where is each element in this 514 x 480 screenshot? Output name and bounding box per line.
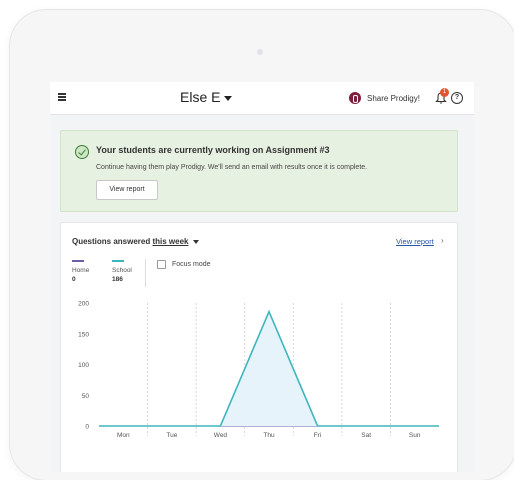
banner-message: Continue having them play Prodigy. We'll… — [96, 164, 368, 171]
x-tick-label: Mon — [117, 432, 130, 439]
y-tick-label: 100 — [78, 362, 89, 369]
banner-title: Your students are currently working on A… — [96, 145, 330, 155]
x-tick-label: Thu — [263, 432, 275, 439]
y-tick-label: 200 — [78, 301, 89, 308]
x-tick-label: Fri — [314, 432, 322, 439]
questions-chart: 0 50 100 150 200 Mon Tue Wed Thu Fri Sat Sun — [78, 301, 439, 439]
chevron-down-icon — [224, 95, 233, 101]
menu-icon[interactable] — [58, 93, 66, 101]
x-tick-label: Sun — [409, 432, 421, 439]
top-bar: Else E Share Prodigy! 1 ? — [50, 82, 474, 115]
camera-dot — [257, 49, 263, 55]
y-tick-label: 0 — [85, 424, 89, 431]
help-icon[interactable]: ? — [451, 92, 463, 104]
notification-badge: 1 — [440, 88, 449, 97]
view-report-button[interactable]: View report — [96, 180, 158, 200]
y-tick-label: 50 — [82, 393, 90, 400]
assignment-banner: Your students are currently working on A… — [60, 130, 458, 212]
pinterest-icon — [349, 92, 361, 104]
app-screen: Else E Share Prodigy! 1 ? Your students … — [50, 82, 474, 472]
class-name: Else E — [180, 89, 221, 105]
share-label: Share Prodigy! — [367, 93, 420, 103]
y-tick-label: 150 — [78, 331, 89, 338]
series-school-area — [123, 311, 415, 426]
class-selector[interactable]: Else E — [180, 89, 233, 105]
questions-card: Questions answered this week View report… — [60, 222, 458, 472]
x-tick-label: Sat — [361, 432, 371, 439]
check-circle-icon — [75, 145, 89, 159]
share-prodigy-button[interactable]: Share Prodigy! — [349, 92, 420, 104]
x-tick-label: Tue — [166, 432, 177, 439]
x-tick-label: Wed — [214, 432, 228, 439]
